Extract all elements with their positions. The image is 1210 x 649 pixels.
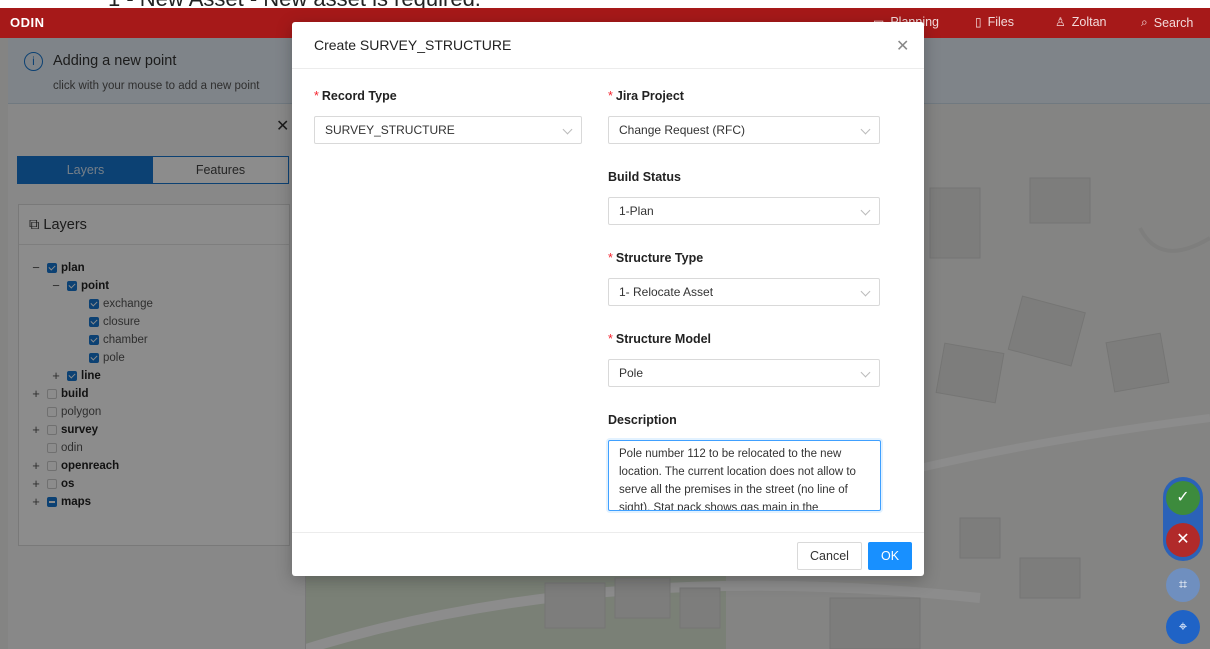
- ok-button[interactable]: OK: [868, 542, 912, 570]
- confirm-check-icon[interactable]: ✓: [1166, 481, 1200, 515]
- record-type-label: * Record Type: [314, 89, 397, 103]
- nav-user-label: Zoltan: [1071, 15, 1107, 29]
- nav-user[interactable]: ♙ Zoltan: [1055, 15, 1107, 29]
- cancel-x-icon[interactable]: ✕: [1166, 523, 1200, 557]
- nav-files-label: Files: [987, 15, 1015, 29]
- build-status-value: 1-Plan: [619, 204, 654, 218]
- user-icon: ♙: [1055, 15, 1066, 29]
- crop-icon[interactable]: ⌗: [1166, 568, 1200, 602]
- build-status-label: Build Status: [608, 170, 681, 184]
- confirm-cancel-group: ✓ ✕: [1163, 477, 1203, 561]
- chevron-down-icon: [562, 124, 573, 135]
- jira-project-label: * Jira Project: [608, 89, 684, 103]
- structure-model-value: Pole: [619, 366, 644, 380]
- file-icon: ▯: [975, 15, 982, 29]
- structure-model-select[interactable]: Pole: [608, 359, 880, 387]
- jira-project-value: Change Request (RFC): [619, 123, 746, 137]
- nav-search[interactable]: ⌕ Search: [1141, 15, 1193, 30]
- chevron-down-icon: [860, 124, 871, 135]
- structure-type-select[interactable]: 1- Relocate Asset: [608, 278, 880, 306]
- record-type-select[interactable]: SURVEY_STRUCTURE: [314, 116, 582, 144]
- locate-icon[interactable]: ⌖: [1166, 610, 1200, 644]
- create-structure-dialog: Create SURVEY_STRUCTURE ✕ * Record Type S…: [292, 22, 924, 576]
- required-mark: *: [608, 332, 613, 346]
- build-status-select[interactable]: 1-Plan: [608, 197, 880, 225]
- slide-caption-text: 1 - New Asset - New asset is required.: [108, 0, 481, 8]
- nav-search-label: Search: [1153, 15, 1194, 30]
- nav-files[interactable]: ▯ Files: [975, 15, 1014, 29]
- cancel-button[interactable]: Cancel: [797, 542, 862, 570]
- slide-caption: 1 - New Asset - New asset is required.: [0, 0, 1210, 8]
- description-textarea[interactable]: Pole number 112 to be relocated to the n…: [608, 440, 881, 511]
- record-type-value: SURVEY_STRUCTURE: [325, 123, 455, 137]
- description-label: Description: [608, 413, 677, 427]
- structure-type-label: * Structure Type: [608, 251, 704, 265]
- required-mark: *: [314, 89, 319, 103]
- close-icon[interactable]: ✕: [896, 36, 909, 56]
- structure-type-value: 1- Relocate Asset: [619, 285, 714, 299]
- required-mark: *: [608, 89, 613, 103]
- chevron-down-icon: [860, 205, 871, 216]
- search-icon: ⌕: [1141, 15, 1148, 29]
- chevron-down-icon: [860, 367, 871, 378]
- dialog-footer: Cancel OK: [292, 532, 924, 576]
- structure-model-label: * Structure Model: [608, 332, 712, 346]
- dialog-title: Create SURVEY_STRUCTURE: [292, 22, 924, 69]
- jira-project-select[interactable]: Change Request (RFC): [608, 116, 880, 144]
- app-brand[interactable]: ODIN: [10, 15, 45, 30]
- chevron-down-icon: [860, 286, 871, 297]
- required-mark: *: [608, 251, 613, 265]
